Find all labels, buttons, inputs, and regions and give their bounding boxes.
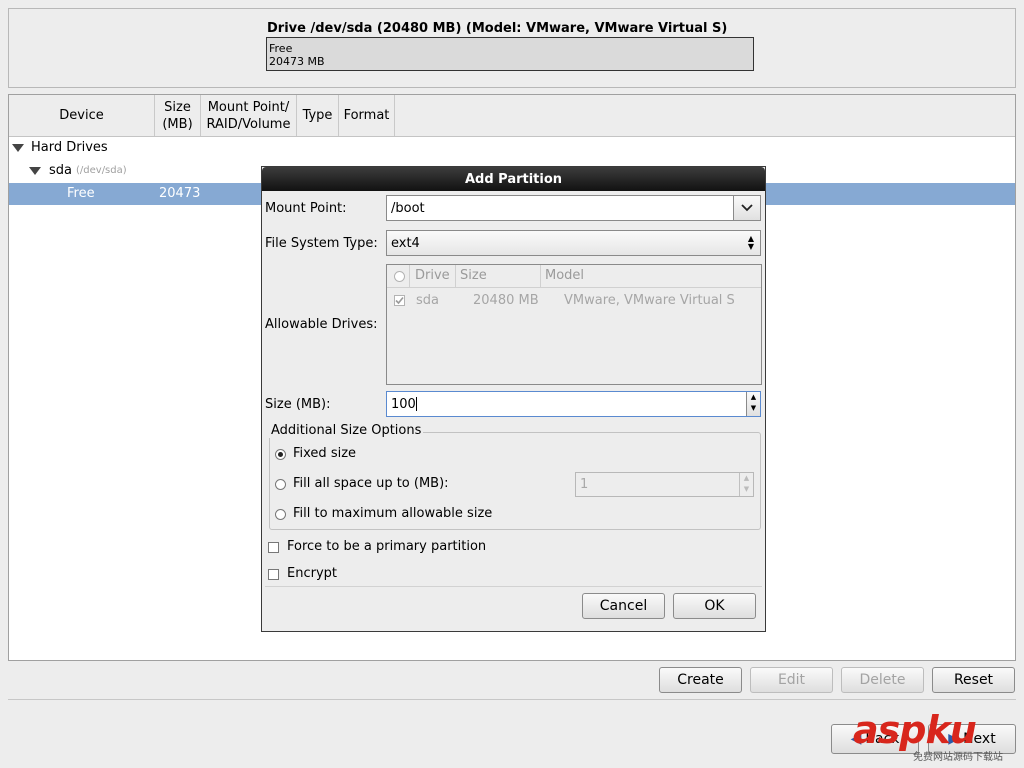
select-all-radio-icon: [394, 271, 405, 282]
fixed-size-radio-icon[interactable]: [275, 449, 286, 460]
column-header-type[interactable]: Type: [297, 95, 339, 136]
fixed-size-option[interactable]: Fixed size: [274, 445, 474, 463]
free-device-label: Free: [67, 186, 95, 201]
drive-free-segment[interactable]: Free 20473 MB: [266, 37, 754, 71]
column-header-size[interactable]: Size (MB): [155, 95, 201, 136]
drive-title: Drive /dev/sda (20480 MB) (Model: VMware…: [267, 21, 728, 36]
delete-button[interactable]: Delete: [841, 667, 924, 693]
expander-down-icon[interactable]: [12, 144, 24, 152]
encrypt-option[interactable]: Encrypt: [268, 565, 388, 583]
drives-list-header: Drive Size Model: [387, 265, 761, 288]
chevron-down-icon[interactable]: [733, 196, 760, 220]
fill-up-to-radio-icon[interactable]: [275, 479, 286, 490]
expander-down-icon[interactable]: [29, 167, 41, 175]
drives-column-size[interactable]: Size: [460, 268, 487, 283]
force-primary-checkbox[interactable]: [268, 542, 279, 553]
force-primary-option[interactable]: Force to be a primary partition: [268, 538, 528, 556]
add-partition-dialog: Add Partition Mount Point: /boot File Sy…: [261, 166, 766, 632]
text-cursor: [415, 397, 417, 411]
column-header-device[interactable]: Device: [9, 95, 155, 136]
dialog-title: Add Partition: [262, 167, 765, 191]
drive-free-label: Free: [269, 42, 293, 55]
mount-point-value: /boot: [391, 200, 425, 216]
ok-button[interactable]: OK: [673, 593, 756, 619]
spin-arrows-icon: ▲ ▼: [739, 473, 753, 496]
tree-label-hard-drives: Hard Drives: [31, 140, 108, 155]
tree-label-sda-path: (/dev/sda): [76, 165, 127, 176]
delete-button-label: Delete: [859, 672, 906, 688]
column-header-device-label: Device: [59, 108, 104, 123]
fill-up-to-spinbox[interactable]: 1 ▲ ▼: [575, 472, 754, 497]
watermark-logo: aspku 免费网站源码下载站: [853, 708, 1023, 768]
fs-type-value: ext4: [391, 235, 420, 251]
ok-button-label: OK: [704, 598, 725, 614]
mount-point-label: Mount Point:: [265, 201, 347, 216]
watermark-subtitle: 免费网站源码下载站: [913, 752, 1003, 763]
free-size-value: 20473: [159, 186, 201, 201]
column-header-type-label: Type: [302, 108, 333, 123]
size-spinbox[interactable]: 100 ▲ ▼: [386, 391, 761, 417]
column-header-format[interactable]: Format: [339, 95, 395, 136]
separator: [8, 699, 1016, 700]
drive-model: VMware, VMware Virtual S: [564, 293, 735, 308]
updown-arrows-icon: ▲ ▼: [747, 234, 754, 251]
drive-checkbox[interactable]: [394, 295, 405, 306]
fill-max-option[interactable]: Fill to maximum allowable size: [274, 505, 534, 523]
column-header-mount-point-label: Mount Point/ RAID/Volume: [206, 99, 291, 132]
edit-button[interactable]: Edit: [750, 667, 833, 693]
drive-free-size: 20473 MB: [269, 55, 325, 68]
spin-arrows-icon[interactable]: ▲ ▼: [746, 392, 760, 416]
allowable-drives-label: Allowable Drives:: [265, 317, 378, 332]
size-label: Size (MB):: [265, 397, 331, 412]
tree-row-hard-drives[interactable]: Hard Drives: [9, 137, 1015, 159]
mount-point-combo[interactable]: /boot: [386, 195, 761, 221]
fs-type-select[interactable]: ext4 ▲ ▼: [386, 230, 761, 256]
column-header-format-label: Format: [343, 108, 390, 123]
fill-max-label: Fill to maximum allowable size: [293, 506, 493, 521]
create-button-label: Create: [677, 672, 724, 688]
drive-panel: Drive /dev/sda (20480 MB) (Model: VMware…: [8, 8, 1016, 88]
force-primary-label: Force to be a primary partition: [287, 539, 487, 554]
fill-up-to-option[interactable]: Fill all space up to (MB):: [274, 475, 534, 493]
fill-up-to-value: 1: [580, 477, 589, 492]
encrypt-label: Encrypt: [287, 566, 337, 581]
reset-button[interactable]: Reset: [932, 667, 1015, 693]
drives-column-model[interactable]: Model: [545, 268, 584, 283]
create-button[interactable]: Create: [659, 667, 742, 693]
table-header: Device Size (MB) Mount Point/ RAID/Volum…: [9, 95, 1015, 137]
edit-button-label: Edit: [777, 672, 806, 688]
drives-column-drive[interactable]: Drive: [415, 268, 450, 283]
drives-list-row[interactable]: sda 20480 MB VMware, VMware Virtual S: [387, 289, 761, 311]
size-value: 100: [391, 396, 416, 412]
column-header-mount-point[interactable]: Mount Point/ RAID/Volume: [201, 95, 297, 136]
allowable-drives-list[interactable]: Drive Size Model sda 20480 MB VMware, VM…: [386, 264, 762, 385]
cancel-button-label: Cancel: [599, 598, 648, 614]
drive-name: sda: [416, 293, 439, 308]
drive-size: 20480 MB: [473, 293, 539, 308]
size-options-title: Additional Size Options: [269, 423, 424, 438]
fs-type-label: File System Type:: [265, 236, 378, 251]
tree-label-sda: sda: [49, 163, 72, 178]
fixed-size-label: Fixed size: [293, 446, 357, 461]
fill-up-to-label: Fill all space up to (MB):: [293, 476, 449, 491]
fill-max-radio-icon[interactable]: [275, 509, 286, 520]
reset-button-label: Reset: [953, 672, 994, 688]
column-header-size-label: Size (MB): [162, 99, 193, 132]
encrypt-checkbox[interactable]: [268, 569, 279, 580]
cancel-button[interactable]: Cancel: [582, 593, 665, 619]
watermark-text: aspku: [853, 708, 977, 752]
dialog-separator: [265, 586, 762, 587]
